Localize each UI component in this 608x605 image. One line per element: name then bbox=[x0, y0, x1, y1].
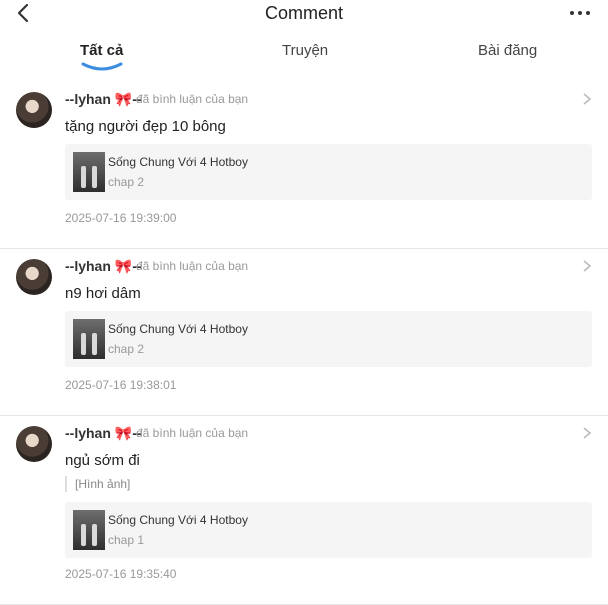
comment-text: tặng người đẹp 10 bông bbox=[65, 118, 226, 135]
comment-list: --lyhan 🎀-- đã bình luận của bạn tặng ng… bbox=[0, 82, 608, 605]
avatar[interactable] bbox=[16, 259, 52, 295]
story-title: Sống Chung Với 4 Hotboy bbox=[108, 322, 248, 336]
timestamp: 2025-07-16 19:39:00 bbox=[65, 211, 177, 225]
chevron-right-icon[interactable] bbox=[582, 92, 592, 106]
story-cover-image bbox=[73, 510, 105, 550]
action-text: đã bình luận của bạn bbox=[136, 92, 249, 106]
tab-stories[interactable]: Truyện bbox=[282, 42, 328, 59]
avatar[interactable] bbox=[16, 92, 52, 128]
comment-item[interactable]: --lyhan 🎀-- đã bình luận của bạn ngủ sớm… bbox=[0, 416, 608, 605]
avatar[interactable] bbox=[16, 426, 52, 462]
chapter-label: chap 1 bbox=[108, 533, 145, 547]
action-text: đã bình luận của bạn bbox=[136, 426, 249, 440]
header: Comment bbox=[0, 0, 608, 28]
story-card[interactable]: Sống Chung Với 4 Hotboy chap 1 bbox=[65, 502, 592, 558]
story-cover-image bbox=[73, 152, 105, 192]
chapter-label: chap 2 bbox=[108, 342, 145, 356]
comment-item[interactable]: --lyhan 🎀-- đã bình luận của bạn tặng ng… bbox=[0, 82, 608, 249]
page-title: Comment bbox=[264, 3, 344, 23]
story-card[interactable]: Sống Chung Với 4 Hotboy chap 2 bbox=[65, 144, 592, 200]
username[interactable]: --lyhan 🎀-- bbox=[65, 425, 142, 442]
active-tab-indicator bbox=[81, 62, 123, 71]
story-title: Sống Chung Với 4 Hotboy bbox=[108, 155, 248, 169]
action-text: đã bình luận của bạn bbox=[136, 259, 249, 273]
image-attachment-label[interactable]: [Hình ảnh] bbox=[65, 476, 130, 492]
comment-item[interactable]: --lyhan 🎀-- đã bình luận của bạn n9 hơi … bbox=[0, 249, 608, 416]
timestamp: 2025-07-16 19:38:01 bbox=[65, 378, 177, 392]
story-title: Sống Chung Với 4 Hotboy bbox=[108, 513, 248, 527]
story-cover-image bbox=[73, 319, 105, 359]
chevron-right-icon[interactable] bbox=[582, 426, 592, 440]
tab-all[interactable]: Tất cả bbox=[80, 42, 123, 59]
comment-text: ngủ sớm đi bbox=[65, 452, 140, 469]
more-options-icon[interactable] bbox=[568, 4, 592, 22]
tab-posts[interactable]: Bài đăng bbox=[478, 42, 537, 59]
story-card[interactable]: Sống Chung Với 4 Hotboy chap 2 bbox=[65, 311, 592, 367]
timestamp: 2025-07-16 19:35:40 bbox=[65, 567, 177, 581]
comment-text: n9 hơi dâm bbox=[65, 285, 141, 302]
username[interactable]: --lyhan 🎀-- bbox=[65, 91, 142, 108]
chapter-label: chap 2 bbox=[108, 175, 145, 189]
username[interactable]: --lyhan 🎀-- bbox=[65, 258, 142, 275]
chevron-right-icon[interactable] bbox=[582, 259, 592, 273]
